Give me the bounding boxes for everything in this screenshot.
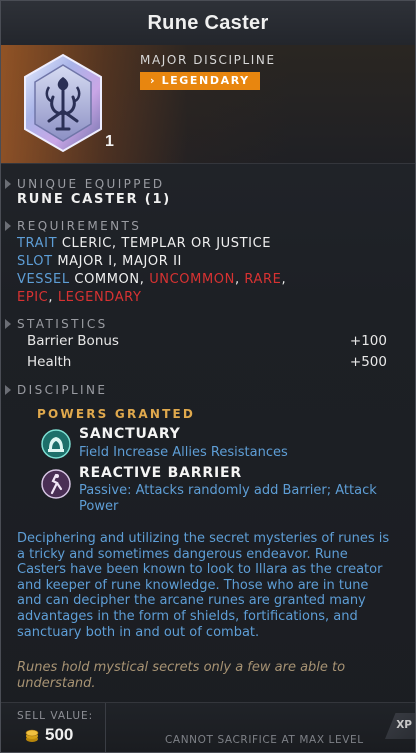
section-title: DISCIPLINE <box>17 383 108 397</box>
section-arrow-icon <box>5 179 11 189</box>
section-statistics: STATISTICS <box>5 317 108 331</box>
rune-caster-icon <box>24 53 102 153</box>
item-title: Rune Caster <box>147 11 269 34</box>
lore-text: Deciphering and utilizing the secret mys… <box>17 531 390 640</box>
rarity-badge: LEGENDARY <box>140 72 260 90</box>
stat-row: Barrier Bonus +100 <box>27 333 387 349</box>
discipline-type: MAJOR DISCIPLINE <box>140 53 276 67</box>
sell-value-label: SELL VALUE: <box>17 710 94 722</box>
stat-label: Health <box>27 354 72 370</box>
sanctuary-icon <box>41 429 71 459</box>
requirement-vessel: VESSEL COMMON, UNCOMMON, RARE, <box>17 272 286 287</box>
section-title: REQUIREMENTS <box>17 219 142 233</box>
trait-label: TRAIT <box>17 236 58 251</box>
power-description: Passive: Attacks randomly add Barrier; A… <box>79 483 377 514</box>
title-bar: Rune Caster <box>1 1 415 46</box>
sell-value-box: SELL VALUE: 500 <box>1 703 106 752</box>
vessel-label: VESSEL <box>17 272 70 287</box>
item-tooltip: Rune Caster 1 MAJOR DISCIPLINE › LEGENDA… <box>0 0 416 753</box>
vessel-separator: , <box>234 272 240 287</box>
section-arrow-icon <box>5 385 11 395</box>
sacrifice-status: CANNOT SACRIFICE AT MAX LEVEL <box>165 734 364 746</box>
power-description: Field Increase Allies Resistances <box>79 445 288 460</box>
stat-value: +500 <box>349 354 387 370</box>
vessel-epic: EPIC <box>17 290 49 305</box>
vessel-rare: RARE <box>244 272 282 287</box>
section-arrow-icon <box>5 319 11 329</box>
flavor-text: Runes hold mystical secrets only a few a… <box>17 660 346 691</box>
section-title: UNIQUE EQUIPPED <box>17 177 165 191</box>
stat-value: +100 <box>349 333 387 349</box>
vessel-separator: , <box>281 272 287 287</box>
requirement-vessel-cont: EPIC, LEGENDARY <box>17 290 142 305</box>
power-name: SANCTUARY <box>79 426 181 442</box>
section-unique-equipped: UNIQUE EQUIPPED <box>5 177 165 191</box>
reactive-barrier-icon <box>41 469 71 499</box>
section-discipline: DISCIPLINE <box>5 383 107 397</box>
item-hero: 1 MAJOR DISCIPLINE LEGENDARY <box>1 45 415 164</box>
sell-value: 500 <box>45 725 74 744</box>
xp-badge: XP <box>385 713 415 739</box>
slot-value: MAJOR I, MAJOR II <box>57 254 182 269</box>
requirement-trait: TRAIT CLERIC, TEMPLAR OR JUSTICE <box>17 236 271 251</box>
stat-label: Barrier Bonus <box>27 333 119 349</box>
powers-granted-title: POWERS GRANTED <box>37 407 196 421</box>
requirement-slot: SLOT MAJOR I, MAJOR II <box>17 254 182 269</box>
coin-icon <box>25 729 39 742</box>
power-name: REACTIVE BARRIER <box>79 465 242 481</box>
unique-equipped-value: RUNE CASTER (1) <box>17 192 172 207</box>
stack-count: 1 <box>105 133 114 150</box>
vessel-legendary: LEGENDARY <box>57 290 142 305</box>
tooltip-footer: SELL VALUE: 500 CANNOT SACRIFICE AT MAX … <box>1 702 415 752</box>
section-arrow-icon <box>5 221 11 231</box>
vessel-uncommon: UNCOMMON <box>149 272 235 287</box>
trait-value: CLERIC, TEMPLAR OR JUSTICE <box>61 236 272 251</box>
slot-label: SLOT <box>17 254 53 269</box>
vessel-common: COMMON, <box>74 272 145 287</box>
vessel-separator: , <box>48 290 54 305</box>
section-requirements: REQUIREMENTS <box>5 219 141 233</box>
stat-row: Health +500 <box>27 354 387 370</box>
section-title: STATISTICS <box>17 317 108 331</box>
